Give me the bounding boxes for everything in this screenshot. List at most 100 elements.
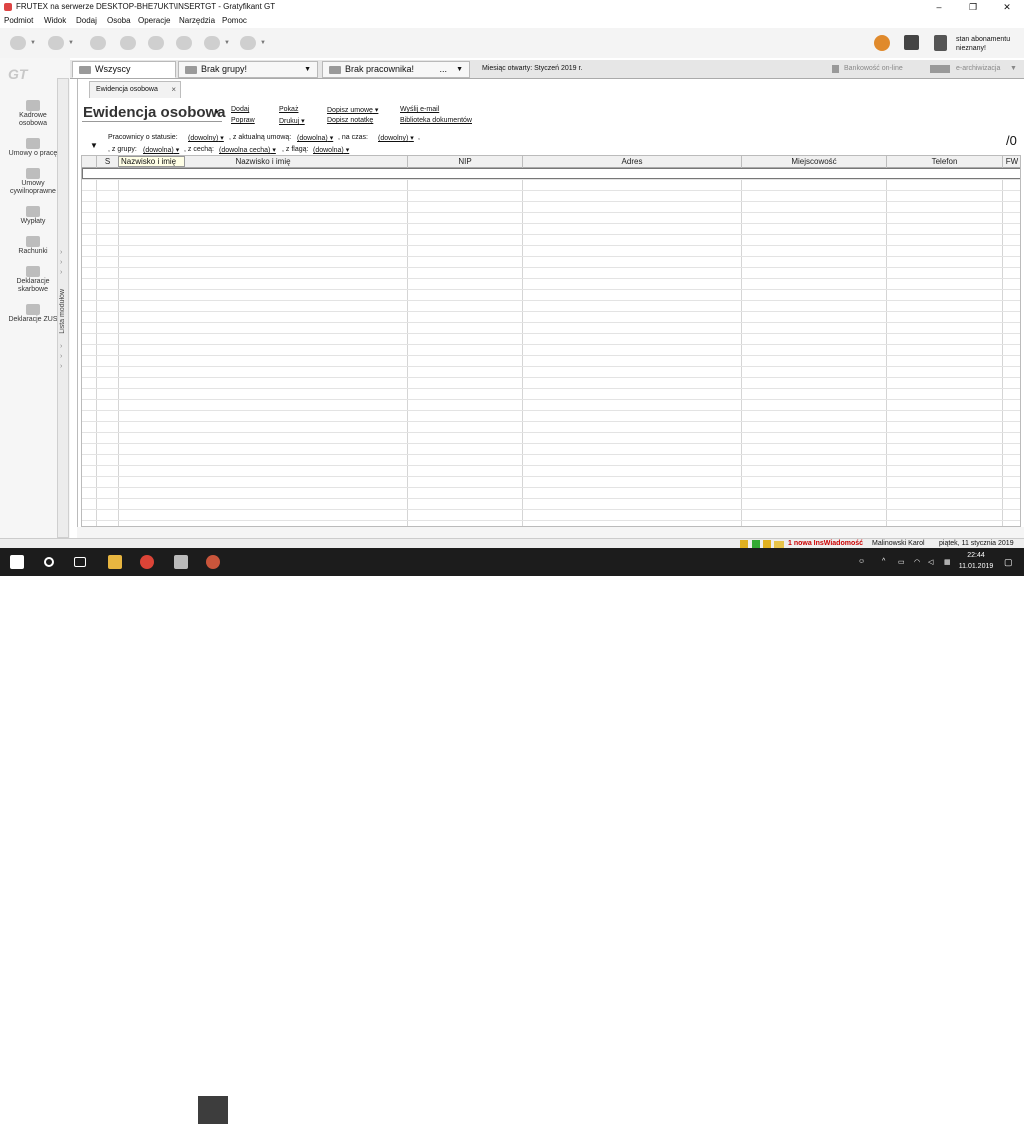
minimize-button[interactable]: – bbox=[922, 0, 956, 14]
filter-grupy-value[interactable]: (dowolna) ▾ bbox=[143, 146, 179, 154]
volume-icon[interactable]: ◁ bbox=[928, 558, 933, 566]
col-miejscowosc[interactable]: Miejscowość bbox=[742, 156, 887, 168]
keyboard-icon[interactable]: ▦ bbox=[944, 558, 951, 566]
money-icon[interactable] bbox=[90, 36, 106, 50]
table-row[interactable] bbox=[82, 300, 1020, 301]
menu-pomoc[interactable]: Pomoc bbox=[222, 16, 247, 25]
table-row[interactable] bbox=[82, 454, 1020, 455]
filter-czas-value[interactable]: (dowolny) ▾ bbox=[378, 134, 414, 142]
close-icon[interactable]: × bbox=[171, 82, 176, 98]
table-row[interactable] bbox=[82, 190, 1020, 191]
link-icon[interactable] bbox=[148, 36, 164, 50]
dopisz-umowe-link[interactable]: Dopisz umowę ▾ bbox=[327, 106, 378, 114]
table-row[interactable] bbox=[82, 267, 1020, 268]
file-explorer-icon[interactable] bbox=[108, 555, 122, 569]
col-telefon[interactable]: Telefon bbox=[887, 156, 1003, 168]
dopisz-notatke-link[interactable]: Dopisz notatkę bbox=[327, 117, 373, 124]
drukuj-link[interactable]: Drukuj ▾ bbox=[279, 117, 305, 125]
tab-ewidencja-osobowa[interactable]: Ewidencja osobowa × bbox=[89, 81, 181, 98]
table-row[interactable] bbox=[82, 289, 1020, 290]
table-row[interactable] bbox=[82, 432, 1020, 433]
table-row[interactable] bbox=[82, 278, 1020, 279]
report-icon[interactable] bbox=[204, 36, 220, 50]
taskbar-date[interactable]: 11.01.2019 bbox=[956, 563, 996, 570]
page-title[interactable]: Ewidencja osobowa bbox=[83, 104, 226, 121]
table-row[interactable] bbox=[82, 520, 1020, 521]
table-row[interactable] bbox=[82, 344, 1020, 345]
filter-status-value[interactable]: (dowolny) ▾ bbox=[188, 134, 224, 142]
menu-widok[interactable]: Widok bbox=[44, 16, 66, 25]
table-row[interactable] bbox=[82, 311, 1020, 312]
biblioteka-link[interactable]: Biblioteka dokumentów bbox=[400, 117, 472, 124]
table-row[interactable] bbox=[82, 388, 1020, 389]
table-row[interactable] bbox=[82, 465, 1020, 466]
table-row[interactable] bbox=[82, 509, 1020, 510]
help-icon[interactable] bbox=[240, 36, 256, 50]
col-s[interactable]: S bbox=[97, 156, 119, 168]
col-fw[interactable]: FW bbox=[1003, 156, 1020, 168]
table-row[interactable] bbox=[82, 234, 1020, 235]
table-row[interactable] bbox=[82, 377, 1020, 378]
chevron-up-icon[interactable]: ^ bbox=[882, 558, 885, 565]
task-view-icon[interactable] bbox=[74, 557, 86, 567]
col-adres[interactable]: Adres bbox=[523, 156, 742, 168]
table-row[interactable] bbox=[82, 443, 1020, 444]
table-row-selected[interactable] bbox=[82, 168, 1020, 179]
photos-icon[interactable] bbox=[174, 555, 188, 569]
menu-narzedzia[interactable]: Narzędzia bbox=[179, 16, 215, 25]
table-row[interactable] bbox=[82, 245, 1020, 246]
people-icon[interactable]: ☺ bbox=[858, 558, 865, 565]
chrome-icon[interactable] bbox=[140, 555, 154, 569]
eraser-icon[interactable] bbox=[120, 36, 136, 50]
help-icon[interactable] bbox=[740, 540, 748, 548]
table-row[interactable] bbox=[82, 256, 1020, 257]
dodaj-link[interactable]: Dodaj bbox=[231, 106, 249, 113]
table-row[interactable] bbox=[82, 322, 1020, 323]
menu-dodaj[interactable]: Dodaj bbox=[76, 16, 97, 25]
help-icon[interactable] bbox=[763, 540, 771, 548]
print-icon[interactable] bbox=[176, 36, 192, 50]
pokaz-link[interactable]: Pokaż bbox=[279, 106, 298, 113]
table-row[interactable] bbox=[82, 410, 1020, 411]
tab-brak-pracownika[interactable]: Brak pracownika! ... ▼ bbox=[322, 61, 470, 78]
windows-start-icon[interactable] bbox=[10, 555, 24, 569]
table-row[interactable] bbox=[82, 476, 1020, 477]
table-row[interactable] bbox=[82, 333, 1020, 334]
maximize-button[interactable]: ❐ bbox=[956, 0, 990, 14]
employee-table[interactable]: S Nazwisko i imię NIP Adres Miejscowość … bbox=[81, 155, 1021, 527]
earchiwizacja-button[interactable]: e-archiwizacja bbox=[930, 65, 1000, 73]
chevron-down-icon[interactable]: ▼ bbox=[214, 110, 220, 116]
table-row[interactable] bbox=[82, 179, 1020, 180]
table-row[interactable] bbox=[82, 355, 1020, 356]
menu-podmiot[interactable]: Podmiot bbox=[4, 16, 33, 25]
gratyfikant-icon[interactable] bbox=[206, 555, 220, 569]
table-row[interactable] bbox=[82, 366, 1020, 367]
wifi-icon[interactable]: ◠ bbox=[914, 558, 920, 566]
table-row[interactable] bbox=[82, 212, 1020, 213]
close-button[interactable]: ✕ bbox=[990, 0, 1024, 14]
box-icon[interactable] bbox=[904, 35, 919, 50]
avatar-icon[interactable] bbox=[874, 35, 890, 51]
expand-filters-icon[interactable]: ▼ bbox=[90, 141, 98, 150]
table-row[interactable] bbox=[82, 223, 1020, 224]
filter-umowa-value[interactable]: (dowolna) ▾ bbox=[297, 134, 333, 142]
table-row[interactable] bbox=[82, 498, 1020, 499]
shield-icon[interactable] bbox=[934, 35, 947, 51]
wyslij-email-link[interactable]: Wyślij e-mail bbox=[400, 106, 439, 113]
plus-icon[interactable] bbox=[752, 540, 760, 548]
battery-icon[interactable]: ▭ bbox=[898, 558, 905, 566]
filter-flaga-value[interactable]: (dowolna) ▾ bbox=[313, 146, 349, 154]
menu-operacje[interactable]: Operacje bbox=[138, 16, 170, 25]
bankowosc-button[interactable]: Bankowość on-line bbox=[832, 65, 903, 73]
notifications-icon[interactable]: ▢ bbox=[1004, 557, 1013, 568]
search-icon[interactable] bbox=[44, 557, 54, 567]
table-row[interactable] bbox=[82, 421, 1020, 422]
user-icon[interactable] bbox=[10, 36, 26, 50]
taskbar-time[interactable]: 22:44 bbox=[960, 552, 992, 559]
tab-brak-grupy[interactable]: Brak grupy! ▼ bbox=[178, 61, 318, 78]
menu-osoba[interactable]: Osoba bbox=[107, 16, 131, 25]
tab-wszyscy[interactable]: Wszyscy bbox=[72, 61, 176, 78]
filter-cecha-value[interactable]: (dowolna cecha) ▾ bbox=[219, 146, 276, 154]
table-row[interactable] bbox=[82, 201, 1020, 202]
table-row[interactable] bbox=[82, 399, 1020, 400]
